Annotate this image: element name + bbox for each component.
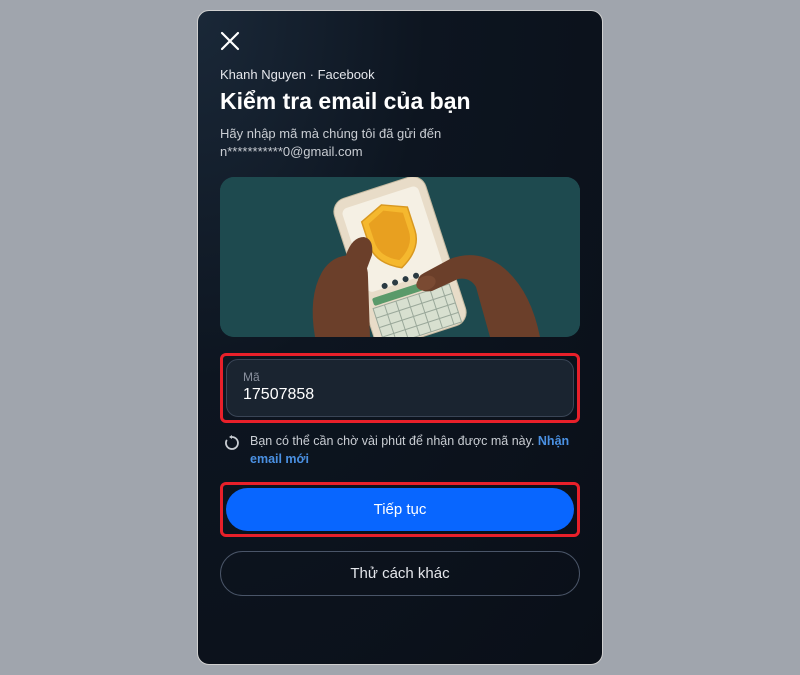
continue-highlight-box: Tiếp tục (220, 482, 580, 537)
subtitle: Hãy nhập mã mà chúng tôi đã gửi đến n***… (220, 125, 580, 161)
wait-text: Bạn có thể cần chờ vài phút để nhận được… (250, 433, 576, 468)
page-title: Kiểm tra email của bạn (220, 88, 580, 115)
try-another-button[interactable]: Thử cách khác (220, 551, 580, 596)
wait-message: Bạn có thể cần chờ vài phút để nhận được… (250, 434, 538, 448)
code-label: Mã (243, 370, 557, 384)
verification-screen: Khanh Nguyen · Facebook Kiểm tra email c… (197, 10, 603, 665)
wait-message-row: Bạn có thể cần chờ vài phút để nhận được… (220, 433, 580, 468)
code-input[interactable] (243, 386, 557, 404)
subtitle-email: n***********0@gmail.com (220, 144, 363, 159)
close-icon[interactable] (220, 29, 240, 55)
subtitle-line1: Hãy nhập mã mà chúng tôi đã gửi đến (220, 126, 441, 141)
code-highlight-box: Mã (220, 353, 580, 423)
code-input-container[interactable]: Mã (226, 359, 574, 417)
breadcrumb: Khanh Nguyen · Facebook (220, 67, 580, 82)
continue-button[interactable]: Tiếp tục (226, 488, 574, 531)
verification-illustration (220, 177, 580, 337)
reload-icon (224, 435, 240, 456)
